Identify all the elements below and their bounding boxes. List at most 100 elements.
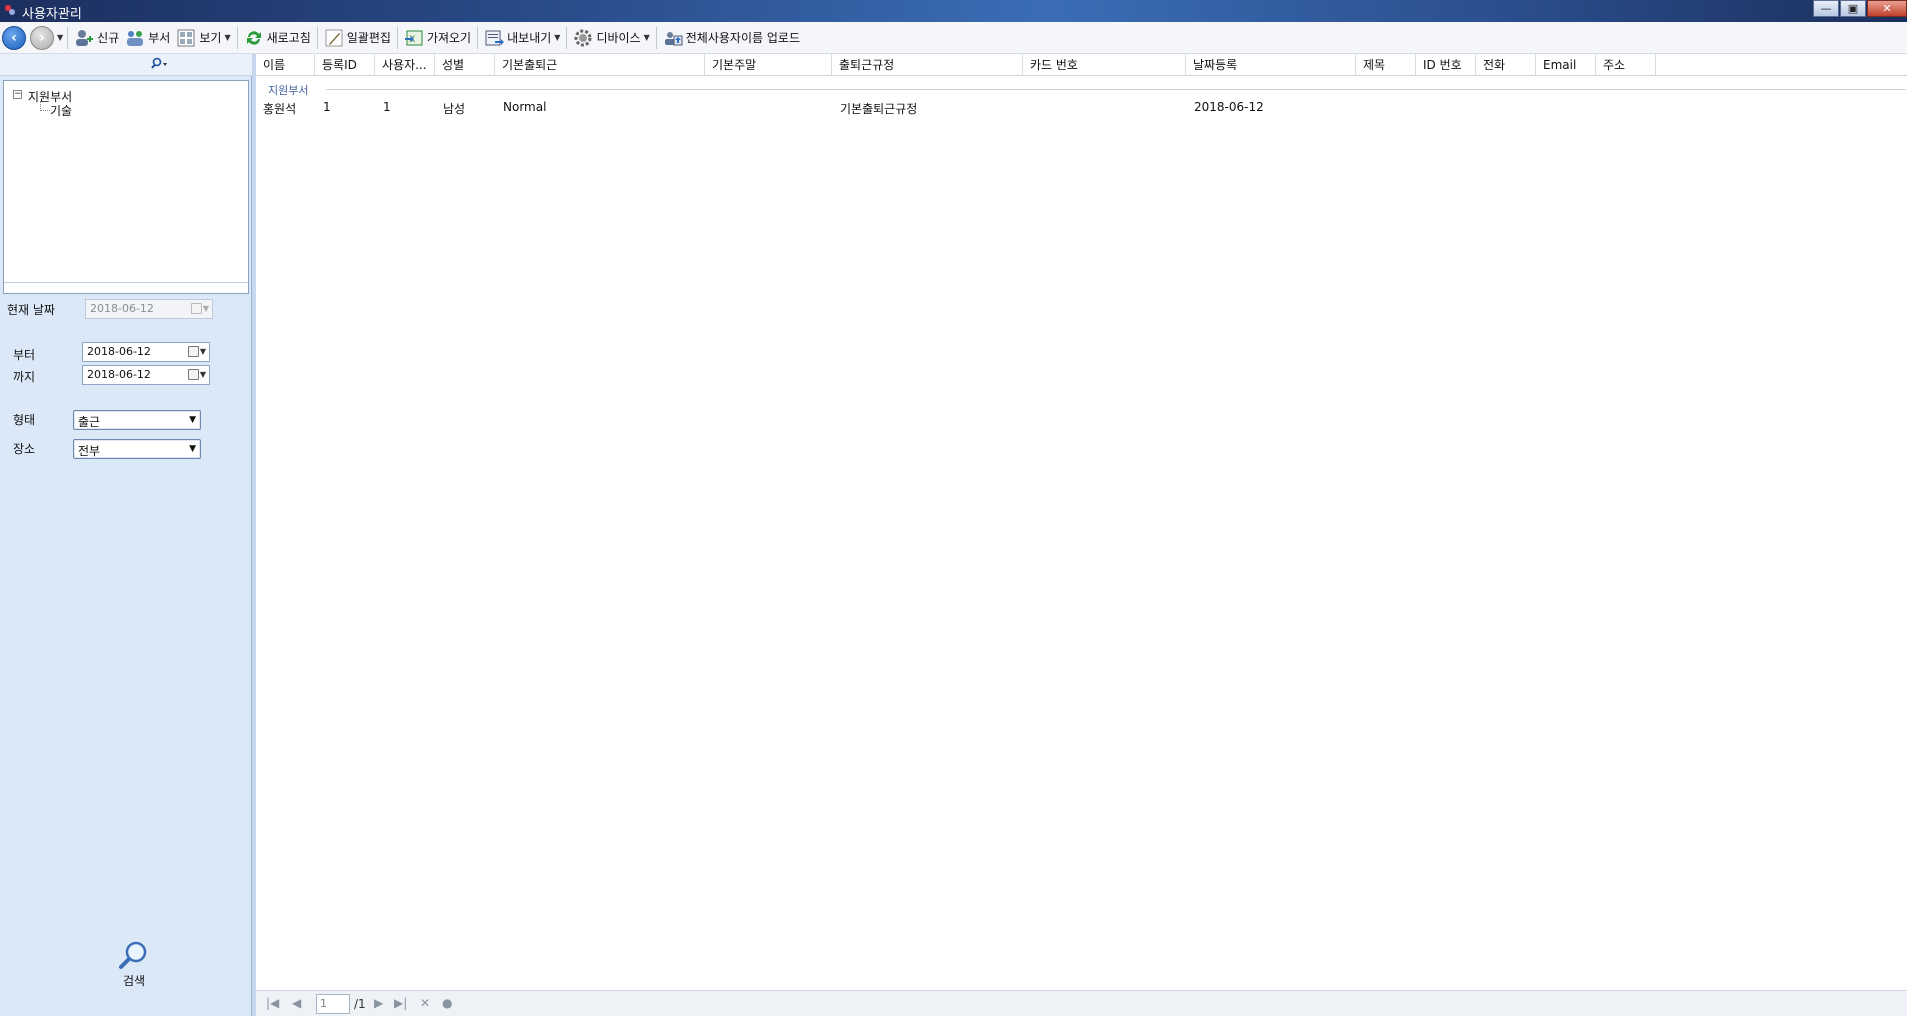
column-header-email[interactable]: Email (1536, 54, 1596, 76)
window-controls: — ▣ ✕ (1812, 0, 1907, 18)
chevron-down-icon[interactable]: ▼ (224, 33, 230, 42)
chevron-down-icon: ▼ (202, 304, 209, 313)
type-select[interactable]: 출근 ▼ (73, 410, 201, 430)
tree-node-child-label: 기술 (50, 104, 73, 118)
title-bar: 사용자관리 — ▣ ✕ (0, 0, 1907, 22)
close-button[interactable]: ✕ (1867, 0, 1907, 17)
chevron-down-icon: ▼ (189, 415, 196, 425)
upload-all-names-button[interactable]: 전체사용자이름 업로드 (660, 25, 803, 51)
place-label: 장소 (13, 442, 36, 456)
grid-header: 이름 등록ID 사용자... 성별 기본출퇴근 기본주말 출퇴근규정 카드 번호… (256, 54, 1907, 76)
column-header-id-no[interactable]: ID 번호 (1416, 54, 1476, 76)
minimize-icon: — (1820, 2, 1832, 15)
view-button[interactable]: 보기 ▼ (173, 25, 233, 51)
import-label: 가져오기 (426, 31, 472, 45)
left-panel-header (0, 54, 252, 76)
place-select[interactable]: 전부 ▼ (73, 439, 201, 459)
last-page-icon[interactable]: ▶| (394, 996, 407, 1010)
cell-user[interactable]: 1 (383, 100, 391, 114)
tree-search-button[interactable] (150, 57, 168, 74)
column-header-address[interactable]: 주소 (1596, 54, 1656, 76)
chevron-down-icon[interactable]: ▼ (554, 33, 560, 42)
column-header-label: 전화 (1483, 58, 1506, 72)
gear-icon (574, 29, 592, 46)
refresh-icon (246, 30, 261, 45)
column-header-reg-id[interactable]: 등록ID (315, 54, 375, 76)
cell-basic-shift[interactable]: Normal (503, 100, 546, 114)
column-header-card[interactable]: 카드 번호 (1023, 54, 1186, 76)
cell-rule[interactable]: 기본출퇴근규정 (840, 100, 917, 117)
view-grid-icon (177, 29, 195, 46)
column-header-label: 사용자... (382, 58, 427, 72)
upload-users-icon (664, 31, 683, 45)
from-label: 부터 (13, 348, 36, 362)
next-page-icon[interactable]: ▶ (374, 996, 383, 1010)
column-header-label: 카드 번호 (1030, 58, 1078, 72)
column-header-label: 이름 (263, 58, 286, 72)
user-grid[interactable]: 이름 등록ID 사용자... 성별 기본출퇴근 기본주말 출퇴근규정 카드 번호… (256, 54, 1907, 990)
cell-reg-id[interactable]: 1 (323, 100, 331, 114)
chevron-down-icon[interactable]: ▼ (644, 33, 650, 42)
calendar-picker: ▼ (190, 303, 209, 314)
tree-collapse-toggle[interactable]: − (13, 90, 22, 99)
department-tree[interactable]: − 지원부서 기술 (3, 80, 249, 294)
cell-name[interactable]: 홍원석 (263, 100, 296, 117)
toolbar-separator (396, 26, 398, 49)
column-header-name[interactable]: 이름 (256, 54, 315, 76)
export-button[interactable]: 내보내기 ▼ (481, 25, 563, 51)
prev-page-icon[interactable]: ◀ (292, 996, 301, 1010)
page-number-input[interactable]: 1 (316, 994, 350, 1014)
department-label: 부서 (148, 31, 171, 45)
calendar-picker[interactable]: ▼ (187, 369, 206, 380)
column-header-date[interactable]: 날짜등록 (1186, 54, 1356, 76)
cancel-icon[interactable]: ✕ (420, 996, 430, 1010)
search-button-label: 검색 (122, 974, 146, 988)
cell-date[interactable]: 2018-06-12 (1194, 100, 1264, 114)
device-button[interactable]: 디바이스 ▼ (570, 25, 652, 51)
export-label: 내보내기 (507, 31, 552, 45)
back-button[interactable]: ‹ (0, 25, 29, 51)
column-header-weekend[interactable]: 기본주말 (705, 54, 832, 76)
new-user-button[interactable]: 신규 (71, 25, 122, 51)
forward-arrow-icon: › (30, 25, 54, 50)
group-row-label[interactable]: 지원부서 (268, 82, 308, 98)
search-button[interactable]: 검색 (112, 940, 156, 988)
column-header-basic-shift[interactable]: 기본출퇴근 (495, 54, 705, 76)
column-header-label: 주소 (1603, 58, 1626, 72)
first-page-icon[interactable]: |◀ (266, 996, 279, 1010)
column-header-rule[interactable]: 출퇴근규정 (832, 54, 1023, 76)
column-header-user[interactable]: 사용자... (375, 54, 435, 76)
column-header-label: 등록ID (322, 58, 357, 72)
toolbar-separator (566, 26, 568, 49)
cell-gender[interactable]: 남성 (443, 100, 465, 117)
column-header-label: 성별 (442, 58, 465, 72)
upload-all-names-label: 전체사용자이름 업로드 (685, 31, 800, 45)
forward-button[interactable]: › ▼ (29, 25, 64, 51)
window-title: 사용자관리 (22, 7, 82, 22)
refresh-circle-icon[interactable]: ● (442, 996, 452, 1010)
batch-edit-button[interactable]: 일괄편집 (321, 25, 394, 51)
type-select-value: 출근 (78, 415, 101, 429)
column-header-gender[interactable]: 성별 (435, 54, 495, 76)
import-button[interactable]: X 가져오기 (401, 25, 474, 51)
search-icon (151, 57, 167, 69)
department-button[interactable]: 부서 (122, 25, 173, 51)
from-date-field[interactable]: 2018-06-12 ▼ (82, 342, 210, 362)
new-user-label: 신규 (97, 31, 120, 45)
toolbar: ‹ › ▼ 신규 부서 보기 ▼ 새로고침 일괄편집 가져오기 내보내기 ▼ 디… (0, 22, 1907, 54)
tree-node-child[interactable]: 기술 (50, 102, 72, 119)
toolbar-separator (477, 26, 479, 49)
column-header-phone[interactable]: 전화 (1476, 54, 1536, 76)
minimize-button[interactable]: — (1813, 0, 1839, 17)
refresh-button[interactable]: 새로고침 (241, 25, 314, 51)
device-label: 디바이스 (596, 31, 641, 45)
column-header-title[interactable]: 제목 (1356, 54, 1416, 76)
batch-edit-label: 일괄편집 (346, 31, 391, 45)
column-header-label: Email (1543, 58, 1577, 72)
to-date-field[interactable]: 2018-06-12 ▼ (82, 365, 210, 385)
maximize-button[interactable]: ▣ (1840, 0, 1866, 17)
chevron-down-icon[interactable]: ▼ (57, 33, 63, 42)
restore-icon: ▣ (1847, 2, 1859, 15)
calendar-picker[interactable]: ▼ (187, 346, 206, 357)
current-date-label: 현재 날짜 (7, 303, 55, 317)
